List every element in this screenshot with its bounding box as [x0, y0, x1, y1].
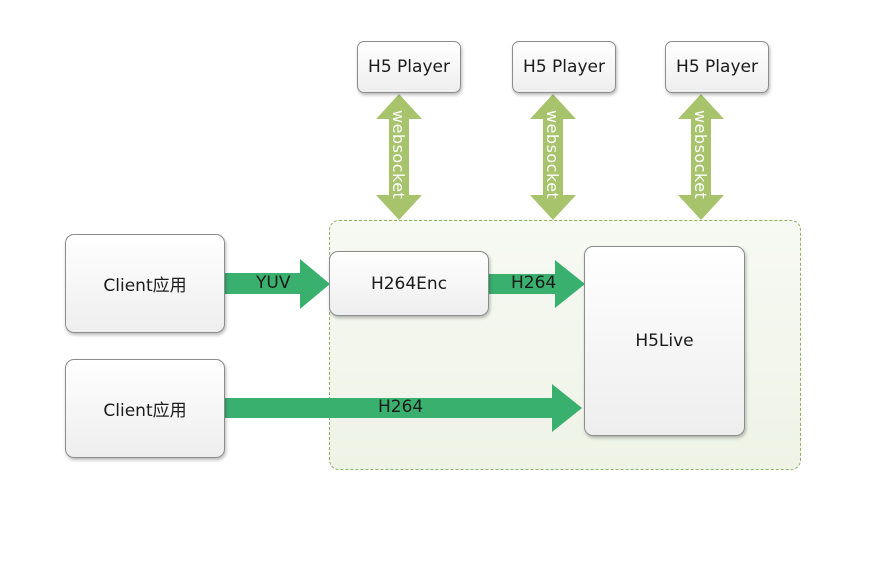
yuv-label: YUV — [256, 273, 291, 293]
h5-player-box-2: H5 Player — [512, 41, 616, 93]
h5live-label: H5Live — [635, 331, 694, 351]
h5-player-box-1: H5 Player — [357, 41, 461, 93]
h5-player-box-3: H5 Player — [665, 41, 769, 93]
h5-player-label: H5 Player — [523, 57, 605, 77]
websocket-label-2: websocket — [543, 110, 562, 200]
h5live-box: H5Live — [584, 246, 745, 436]
h264-client-label: H264 — [378, 397, 424, 417]
websocket-label-3: websocket — [691, 110, 710, 200]
websocket-label-1: websocket — [389, 110, 408, 200]
h264enc-box: H264Enc — [329, 251, 489, 316]
client-app-label: Client应用 — [103, 401, 187, 421]
h264enc-label: H264Enc — [370, 273, 448, 294]
client-app-box-1: Client应用 — [65, 234, 225, 333]
client-app-box-2: Client应用 — [65, 359, 225, 458]
h264-enc-label: H264 — [511, 273, 557, 293]
h5-player-label: H5 Player — [676, 57, 758, 77]
client-app-label: Client应用 — [103, 276, 187, 296]
h5-player-label: H5 Player — [368, 57, 450, 77]
